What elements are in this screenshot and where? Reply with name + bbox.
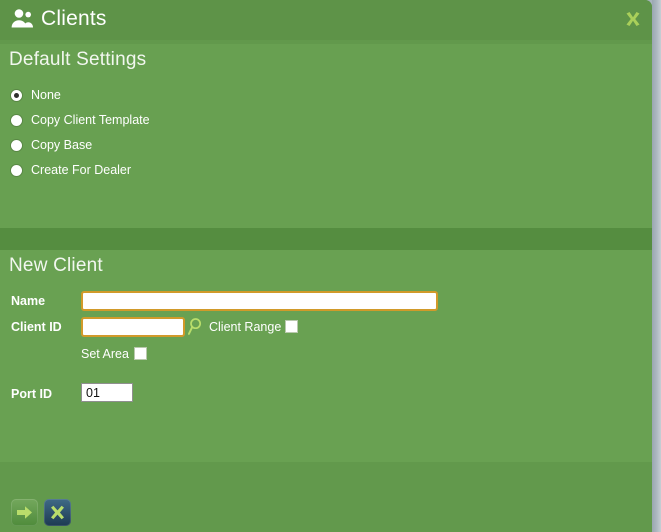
close-x-icon: [51, 505, 64, 520]
radio-label-none: None: [31, 88, 61, 102]
radio-mark-copy-client-template[interactable]: [11, 115, 22, 126]
section-divider: [0, 228, 652, 250]
client-range-label: Client Range: [209, 320, 282, 334]
client-range-checkbox[interactable]: [285, 320, 298, 333]
name-input[interactable]: [81, 291, 438, 311]
default-settings-section: Default Settings None Copy Client Templa…: [0, 44, 652, 228]
people-icon: [9, 6, 35, 32]
radio-option-create-for-dealer[interactable]: Create For Dealer: [9, 162, 309, 187]
client-id-label: Client ID: [11, 320, 62, 334]
cancel-button[interactable]: [44, 499, 71, 526]
radio-option-copy-client-template[interactable]: Copy Client Template: [9, 112, 309, 137]
page-backdrop: [652, 0, 661, 532]
default-settings-radio-group: None Copy Client Template Copy Base Crea…: [9, 87, 309, 187]
set-area-checkbox[interactable]: [134, 347, 147, 360]
dialog-title-bar: Clients: [0, 0, 652, 40]
magnifier-icon[interactable]: [187, 317, 207, 336]
set-area-label: Set Area: [81, 347, 129, 361]
default-settings-title: Default Settings: [9, 49, 147, 70]
radio-mark-create-for-dealer[interactable]: [11, 165, 22, 176]
radio-mark-copy-base[interactable]: [11, 140, 22, 151]
client-id-input[interactable]: [81, 317, 185, 337]
clients-dialog: Clients Default Settings None Copy Clien…: [0, 0, 652, 532]
close-icon[interactable]: [620, 6, 646, 32]
radio-label-copy-base: Copy Base: [31, 138, 93, 152]
radio-label-copy-client-template: Copy Client Template: [31, 113, 150, 127]
name-label: Name: [11, 294, 46, 308]
submit-button[interactable]: [11, 499, 38, 526]
radio-option-none[interactable]: None: [9, 87, 309, 112]
dialog-footer: [0, 462, 652, 532]
page-title: Clients: [41, 7, 107, 30]
radio-label-create-for-dealer: Create For Dealer: [31, 163, 132, 177]
new-client-title: New Client: [9, 255, 103, 276]
arrow-right-icon: [17, 506, 32, 519]
port-id-input[interactable]: [81, 383, 133, 402]
port-id-label: Port ID: [11, 387, 52, 401]
radio-mark-none[interactable]: [11, 90, 22, 101]
radio-option-copy-base[interactable]: Copy Base: [9, 137, 309, 162]
